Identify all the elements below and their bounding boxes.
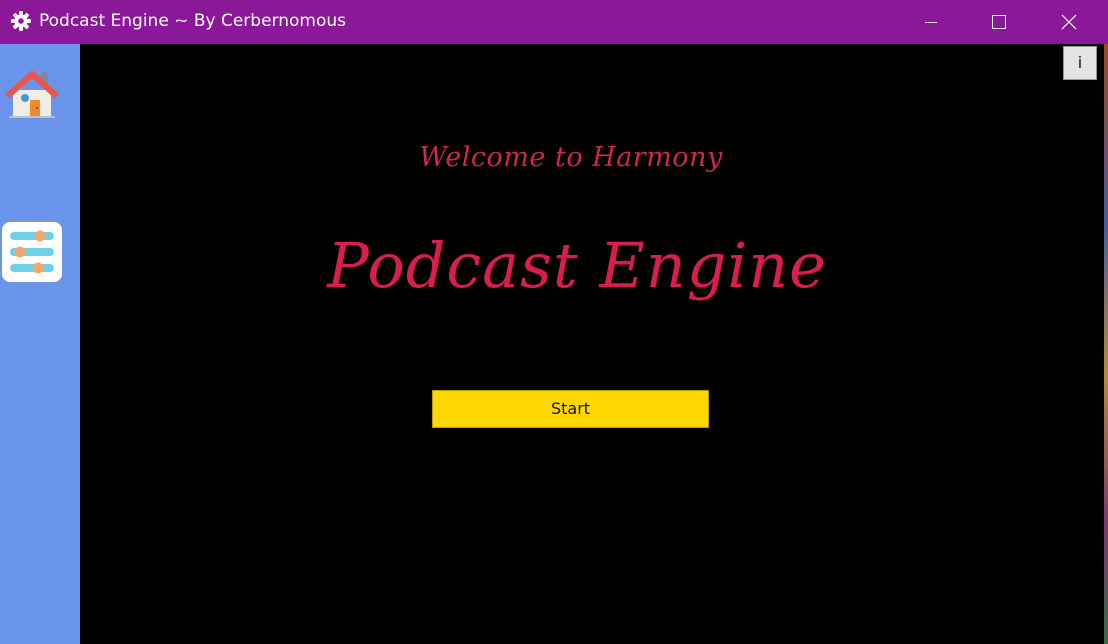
app-headline: Podcast Engine	[327, 229, 827, 302]
gear-icon	[10, 10, 32, 32]
title-bar: Podcast Engine ~ By Cerbernomous	[0, 0, 1108, 44]
app-window: Podcast Engine ~ By Cerbernomous i Welco…	[0, 0, 1108, 644]
home-icon	[5, 70, 59, 118]
home-button[interactable]	[3, 64, 61, 120]
main-panel: i Welcome to Harmony Podcast Engine Star…	[80, 44, 1104, 644]
welcome-text: Welcome to Harmony	[419, 142, 723, 173]
close-button[interactable]	[1034, 0, 1104, 43]
minimize-icon	[925, 21, 937, 23]
window-edge	[1104, 44, 1108, 644]
minimize-button[interactable]	[896, 0, 966, 43]
settings-button[interactable]	[2, 222, 62, 282]
sidebar	[0, 44, 80, 644]
maximize-icon	[992, 14, 1006, 29]
start-button[interactable]: Start	[432, 390, 709, 428]
info-button[interactable]: i	[1063, 46, 1097, 80]
window-title: Podcast Engine ~ By Cerbernomous	[39, 11, 346, 31]
maximize-button[interactable]	[964, 0, 1034, 43]
settings-sliders-icon	[10, 230, 54, 274]
close-icon	[1061, 14, 1077, 29]
